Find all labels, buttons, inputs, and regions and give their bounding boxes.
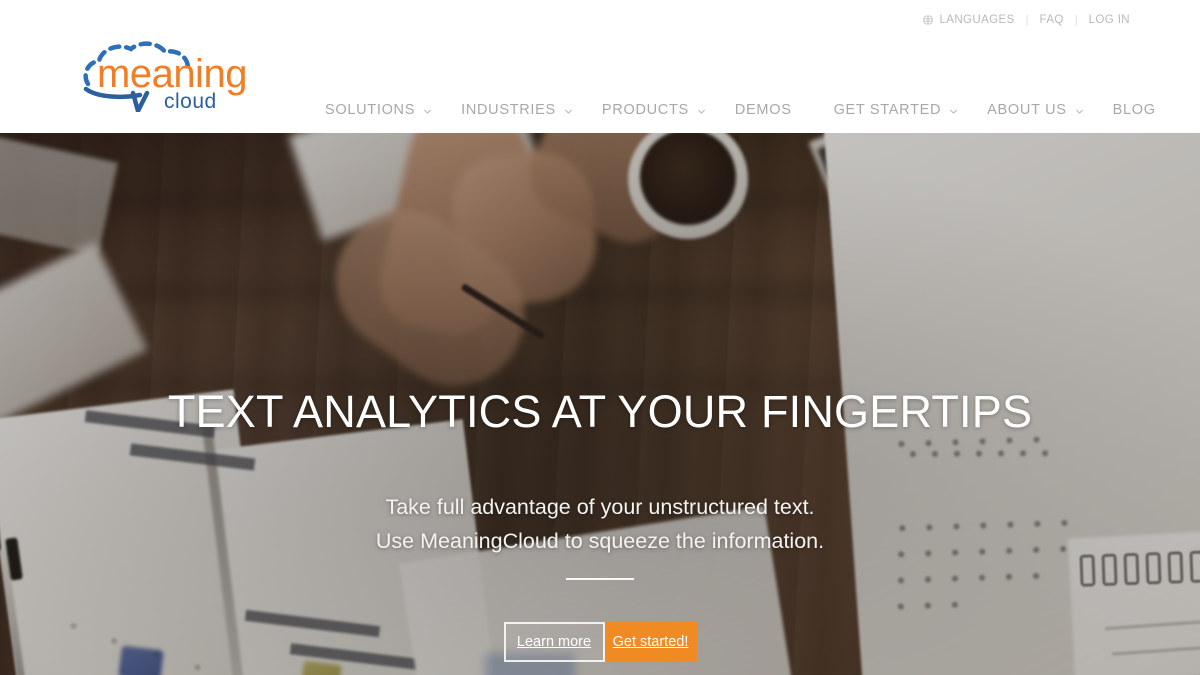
site-header: LANGUAGES | FAQ | LOG IN meaning cloud S… bbox=[0, 0, 1200, 133]
chevron-down-icon bbox=[423, 107, 432, 116]
languages-label: LANGUAGES bbox=[939, 14, 1015, 26]
hero-subtitle-line-2: Use MeaningCloud to squeeze the informat… bbox=[375, 529, 825, 553]
nav-label-get-started: GET STARTED bbox=[833, 101, 942, 118]
nav-label-solutions: SOLUTIONS bbox=[325, 101, 416, 118]
learn-more-button[interactable]: Learn more bbox=[503, 622, 605, 662]
languages-link[interactable]: LANGUAGES bbox=[922, 14, 1014, 26]
chevron-down-icon bbox=[564, 107, 573, 116]
login-link[interactable]: LOG IN bbox=[1089, 14, 1130, 26]
landing-page: LANGUAGES | FAQ | LOG IN meaning cloud S… bbox=[0, 0, 1200, 675]
nav-label-blog: BLOG bbox=[1112, 101, 1156, 118]
nav-label-about-us: ABOUT US bbox=[987, 101, 1067, 118]
nav-label-industries: INDUSTRIES bbox=[461, 101, 556, 118]
faq-label: FAQ bbox=[1039, 14, 1064, 26]
main-navigation: SOLUTIONS INDUSTRIES PRODUCTS DEMOS GET … bbox=[325, 98, 1156, 122]
hero-content: TEXT ANALYTICS AT YOUR FINGERTIPS Take f… bbox=[0, 133, 1200, 675]
nav-item-solutions[interactable]: SOLUTIONS bbox=[325, 103, 432, 118]
get-started-button[interactable]: Get started! bbox=[604, 622, 697, 662]
nav-item-industries[interactable]: INDUSTRIES bbox=[461, 103, 573, 118]
svg-text:cloud: cloud bbox=[164, 90, 217, 112]
chevron-down-icon bbox=[697, 107, 706, 116]
hero-section: TEXT ANALYTICS AT YOUR FINGERTIPS Take f… bbox=[0, 133, 1200, 675]
nav-label-products: PRODUCTS bbox=[601, 101, 689, 118]
utility-separator-2: | bbox=[1074, 13, 1078, 26]
login-label: LOG IN bbox=[1088, 14, 1130, 26]
hero-subtitle-line-1: Take full advantage of your unstructured… bbox=[385, 495, 815, 519]
hero-title: TEXT ANALYTICS AT YOUR FINGERTIPS bbox=[167, 386, 1033, 437]
nav-item-blog[interactable]: BLOG bbox=[1113, 103, 1156, 118]
utility-separator-1: | bbox=[1025, 13, 1029, 26]
faq-link[interactable]: FAQ bbox=[1040, 14, 1064, 26]
nav-item-about-us[interactable]: ABOUT US bbox=[987, 103, 1083, 118]
utility-bar: LANGUAGES | FAQ | LOG IN bbox=[922, 11, 1130, 29]
nav-label-demos: DEMOS bbox=[734, 101, 792, 118]
hero-subtitle: Take full advantage of your unstructured… bbox=[0, 490, 1200, 558]
hero-divider bbox=[566, 578, 634, 580]
globe-icon bbox=[922, 14, 934, 26]
chevron-down-icon bbox=[1075, 107, 1084, 116]
hero-cta-group: Learn more Get started! bbox=[0, 622, 1200, 662]
chevron-down-icon bbox=[949, 107, 958, 116]
nav-item-products[interactable]: PRODUCTS bbox=[602, 103, 706, 118]
nav-item-demos[interactable]: DEMOS bbox=[735, 103, 792, 118]
nav-item-get-started[interactable]: GET STARTED bbox=[834, 103, 959, 118]
meaningcloud-logo[interactable]: meaning cloud bbox=[78, 40, 263, 112]
